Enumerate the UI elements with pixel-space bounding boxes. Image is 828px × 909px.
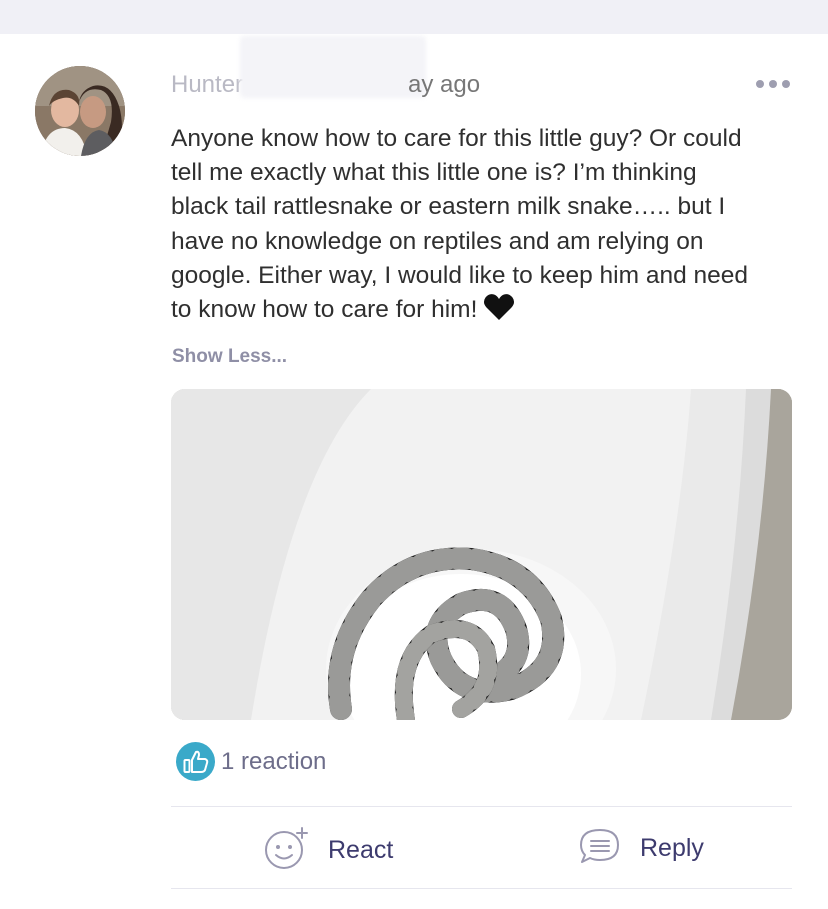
reply-button[interactable]: Reply <box>578 826 704 871</box>
react-button[interactable]: React <box>262 826 393 875</box>
divider <box>171 888 792 889</box>
black-heart-icon <box>483 293 515 331</box>
post-body-line: Anyone know how to care for this little … <box>171 125 742 152</box>
show-less-link[interactable]: Show Less... <box>172 346 287 368</box>
author-line: Hunter <box>171 70 243 100</box>
reply-bubble-icon <box>578 826 622 871</box>
reaction-count: 1 reaction <box>221 747 327 775</box>
add-reaction-icon <box>262 826 310 875</box>
thumbs-up-icon <box>176 742 215 781</box>
top-bar-strip <box>0 0 828 34</box>
divider <box>171 806 792 807</box>
post-body-line: to know how to care for him! <box>171 296 478 324</box>
post-body-line: have no knowledge on reptiles and am rel… <box>171 227 704 255</box>
reaction-summary[interactable]: 1 reaction <box>176 742 326 781</box>
author-name[interactable]: Hunter <box>171 71 243 99</box>
post-image[interactable] <box>171 389 792 720</box>
post-timestamp: ay ago <box>408 71 481 98</box>
redaction-blur <box>240 36 426 98</box>
reply-label: Reply <box>640 834 704 862</box>
more-options-icon[interactable] <box>756 80 790 88</box>
post-body-line: google. Either way, I would like to keep… <box>171 261 749 289</box>
post-body-last-line: to know how to care for him! <box>171 293 801 331</box>
avatar[interactable] <box>35 66 125 156</box>
post-body-line: tell me exactly what this little one is?… <box>171 159 697 187</box>
post-body: Anyone know how to care for this little … <box>171 122 801 331</box>
react-label: React <box>328 836 394 864</box>
post-body-line: black tail rattlesnake or eastern milk s… <box>171 193 726 221</box>
